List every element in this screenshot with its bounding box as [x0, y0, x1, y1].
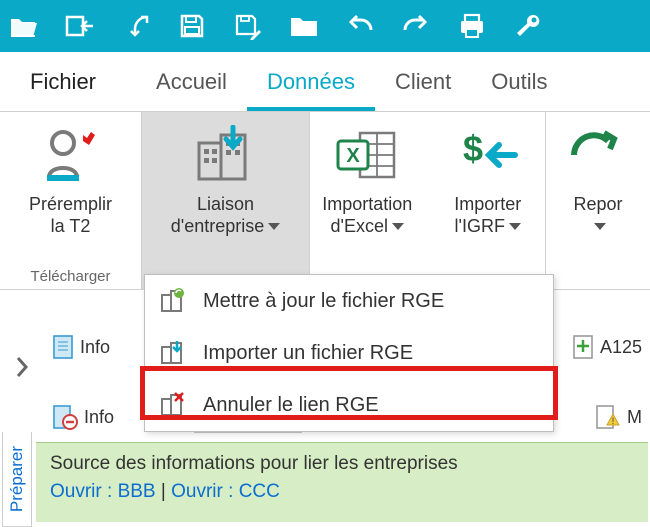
dd-cancel-rge-label: Annuler le lien RGE [203, 394, 379, 417]
ribbon-section-import: X Importation d'Excel $ Importer l'IGRF [310, 112, 546, 289]
prefill-t2-label: Préremplir la T2 [25, 194, 116, 237]
document-icon [52, 334, 74, 360]
dd-cancel-rge[interactable]: Annuler le lien RGE [145, 379, 553, 431]
svg-text:X: X [347, 145, 361, 167]
ribbon-section-download: Préremplir la T2 Télécharger [0, 112, 142, 289]
carry-forward-label: Repor [569, 194, 626, 237]
tab-a125[interactable]: A125 [564, 330, 650, 364]
tab-m[interactable]: ! M [587, 400, 650, 434]
corp-link-label: Liaison d'entreprise [167, 194, 285, 237]
menu-tools[interactable]: Outils [471, 59, 567, 111]
tab-info-top-label: Info [80, 337, 110, 358]
top-toolbar [0, 0, 650, 52]
svg-text:!: ! [612, 416, 615, 426]
dd-import-rge[interactable]: Importer un fichier RGE [145, 327, 553, 379]
folder-icon[interactable] [286, 8, 322, 44]
document-remove-icon [52, 404, 78, 430]
prefill-t2-icon[interactable] [36, 120, 106, 190]
chevron-down-icon [509, 223, 521, 230]
corp-link-icon [191, 120, 261, 190]
chevron-down-icon [594, 223, 606, 230]
redo-icon[interactable] [398, 8, 434, 44]
download-footer-label: Télécharger [0, 268, 141, 285]
tab-info-bottom[interactable]: Info [44, 400, 122, 434]
tab-info-top[interactable]: Info [44, 330, 118, 364]
import-igrf-button[interactable]: $ Importer l'IGRF [433, 120, 543, 237]
save-icon[interactable] [174, 8, 210, 44]
ribbon: Préremplir la T2 Télécharger Liaison d'e… [0, 112, 650, 290]
document-warning-icon: ! [595, 404, 621, 430]
ribbon-section-carry[interactable]: Repor [546, 112, 650, 289]
menu-home[interactable]: Accueil [136, 59, 247, 111]
print-icon[interactable] [454, 8, 490, 44]
building-cancel-icon [159, 391, 187, 419]
open-ccc-link[interactable]: Ouvrir : CCC [171, 481, 280, 502]
dd-import-rge-label: Importer un fichier RGE [203, 342, 413, 365]
tab-a125-label: A125 [600, 337, 642, 358]
tab-info-bottom-label: Info [84, 407, 114, 428]
excel-import-icon: X [332, 120, 402, 190]
chevron-down-icon [392, 223, 404, 230]
menu-file[interactable]: Fichier [10, 59, 136, 111]
tab-m-label: M [627, 407, 642, 428]
corp-link-dropdown: Mettre à jour le fichier RGE Importer un… [144, 274, 554, 432]
carry-forward-icon [563, 120, 633, 190]
building-refresh-icon [159, 287, 187, 315]
save-edit-icon[interactable] [230, 8, 266, 44]
menu-data[interactable]: Données [247, 59, 375, 111]
folder-open-icon[interactable] [6, 8, 42, 44]
menubar: Fichier Accueil Données Client Outils [0, 52, 650, 112]
undo-icon[interactable] [342, 8, 378, 44]
import-excel-button[interactable]: X Importation d'Excel [312, 120, 422, 237]
dd-update-rge[interactable]: Mettre à jour le fichier RGE [145, 275, 553, 327]
source-info-box: Source des informations pour lier les en… [36, 442, 648, 522]
import-igrf-label: Importer l'IGRF [450, 194, 525, 237]
document-add-icon [572, 334, 594, 360]
wrench-icon[interactable] [510, 8, 546, 44]
ribbon-section-corp-link[interactable]: Liaison d'entreprise [142, 112, 310, 289]
open-bbb-link[interactable]: Ouvrir : BBB [50, 481, 156, 502]
expand-panel-button[interactable] [8, 346, 36, 388]
export-icon[interactable] [118, 8, 154, 44]
dd-update-rge-label: Mettre à jour le fichier RGE [203, 290, 444, 313]
building-download-icon [159, 339, 187, 367]
source-info-links: Ouvrir : BBB | Ouvrir : CCC [50, 481, 634, 503]
source-info-title: Source des informations pour lier les en… [50, 453, 634, 475]
svg-text:$: $ [463, 128, 483, 169]
chevron-down-icon [268, 223, 280, 230]
import-icon[interactable] [62, 8, 98, 44]
import-excel-label: Importation d'Excel [318, 194, 416, 237]
vertical-tab-prepare[interactable]: Préparer [2, 432, 32, 527]
menu-client[interactable]: Client [375, 59, 471, 111]
igrf-import-icon: $ [453, 120, 523, 190]
